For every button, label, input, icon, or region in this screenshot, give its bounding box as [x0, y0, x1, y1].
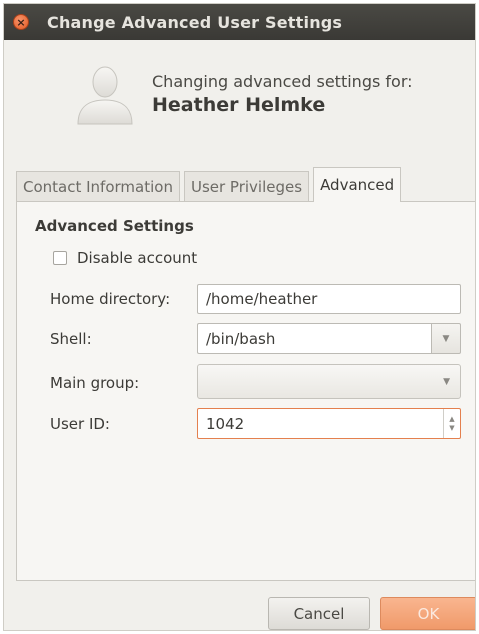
user-id-label: User ID: [50, 415, 110, 433]
advanced-settings-panel: Advanced Settings Disable account Home d… [16, 201, 475, 581]
disable-account-row[interactable]: Disable account [53, 249, 197, 267]
home-directory-value: /home/heather [206, 290, 318, 308]
chevron-down-icon: ▼ [443, 376, 450, 387]
shell-dropdown-button[interactable]: ▼ [431, 323, 461, 354]
header-caption: Changing advanced settings for: [152, 72, 413, 91]
shell-label: Shell: [50, 330, 92, 348]
section-title: Advanced Settings [35, 217, 194, 235]
main-group-label: Main group: [50, 374, 140, 392]
ok-button[interactable]: OK [380, 597, 475, 630]
user-full-name: Heather Helmke [152, 94, 326, 116]
chevron-down-icon: ▼ [442, 333, 450, 344]
tab-advanced[interactable]: Advanced [313, 167, 402, 202]
main-group-select[interactable]: ▼ [197, 364, 461, 399]
shell-value: /bin/bash [206, 329, 276, 348]
close-button[interactable]: × [13, 14, 29, 30]
title-bar: × Change Advanced User Settings [4, 4, 475, 40]
close-icon: × [16, 15, 26, 29]
user-id-stepper[interactable]: ▲ ▼ [443, 409, 460, 438]
increment-icon[interactable]: ▲ [449, 415, 454, 424]
shell-field[interactable]: /bin/bash [197, 323, 431, 354]
home-directory-field[interactable]: /home/heather [197, 284, 461, 314]
disable-account-label: Disable account [77, 249, 198, 267]
decrement-icon[interactable]: ▼ [449, 424, 454, 433]
tab-user-privileges[interactable]: User Privileges [183, 171, 310, 202]
window-title: Change Advanced User Settings [47, 12, 343, 32]
user-id-field[interactable]: 1042 [198, 409, 443, 438]
tab-bar: Contact Information User Privileges Adva… [16, 166, 405, 202]
user-id-spinner[interactable]: 1042 ▲ ▼ [197, 408, 461, 439]
shell-combo[interactable]: /bin/bash ▼ [197, 323, 461, 354]
user-header: Changing advanced settings for: Heather … [4, 40, 475, 160]
user-id-value: 1042 [206, 414, 245, 433]
dialog-window: × Change Advanced User Settings Changing… [3, 3, 476, 631]
user-avatar-icon [77, 66, 133, 125]
disable-account-checkbox[interactable] [53, 251, 67, 265]
tab-contact-information[interactable]: Contact Information [16, 171, 180, 202]
cancel-button[interactable]: Cancel [268, 597, 370, 630]
home-directory-label: Home directory: [50, 290, 171, 308]
